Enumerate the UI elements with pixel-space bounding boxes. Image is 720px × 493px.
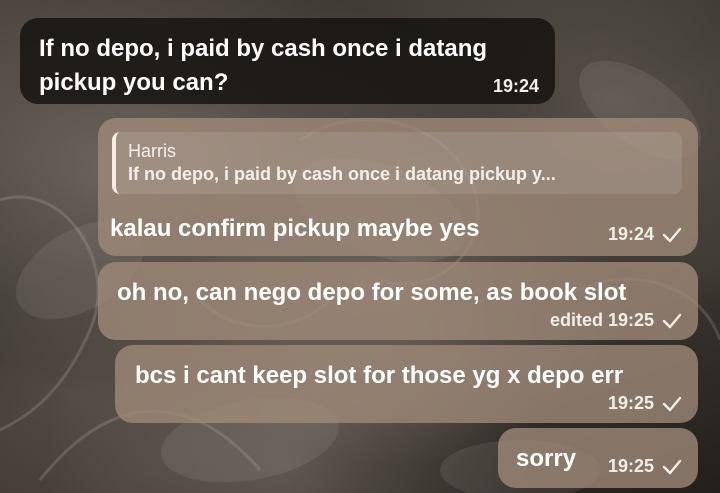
message-time: edited 19:25 (549, 310, 654, 330)
message-time: 19:25 (607, 456, 654, 476)
outgoing-message-bubble[interactable]: sorry 19:25 (498, 428, 698, 488)
message-text-line-2: pickup you can? (39, 69, 229, 96)
message-text: oh no, can nego depo for some, as book s… (117, 279, 627, 306)
outgoing-message-bubble[interactable]: Harris If no depo, i paid by cash once i… (98, 118, 698, 256)
message-text: sorry (516, 445, 577, 472)
message-text-line-1: If no depo, i paid by cash once i datang (39, 35, 488, 62)
incoming-message-bubble[interactable]: If no depo, i paid by cash once i datang… (20, 18, 555, 104)
message-time: 19:25 (607, 393, 654, 413)
reply-author: Harris (128, 141, 176, 161)
outgoing-message-bubble[interactable]: oh no, can nego depo for some, as book s… (98, 262, 698, 340)
message-text: kalau confirm pickup maybe yes (110, 215, 480, 242)
reply-quote[interactable]: Harris If no depo, i paid by cash once i… (112, 132, 682, 194)
check-icon (662, 227, 682, 242)
reply-text: If no depo, i paid by cash once i datang… (128, 164, 556, 184)
message-time: 19:24 (607, 224, 654, 244)
message-text: bcs i cant keep slot for those yg x depo… (135, 362, 624, 389)
check-icon (662, 396, 682, 411)
outgoing-message-bubble[interactable]: bcs i cant keep slot for those yg x depo… (115, 345, 698, 423)
message-time: 19:24 (492, 76, 539, 96)
check-icon (662, 313, 682, 328)
check-icon (662, 459, 682, 474)
